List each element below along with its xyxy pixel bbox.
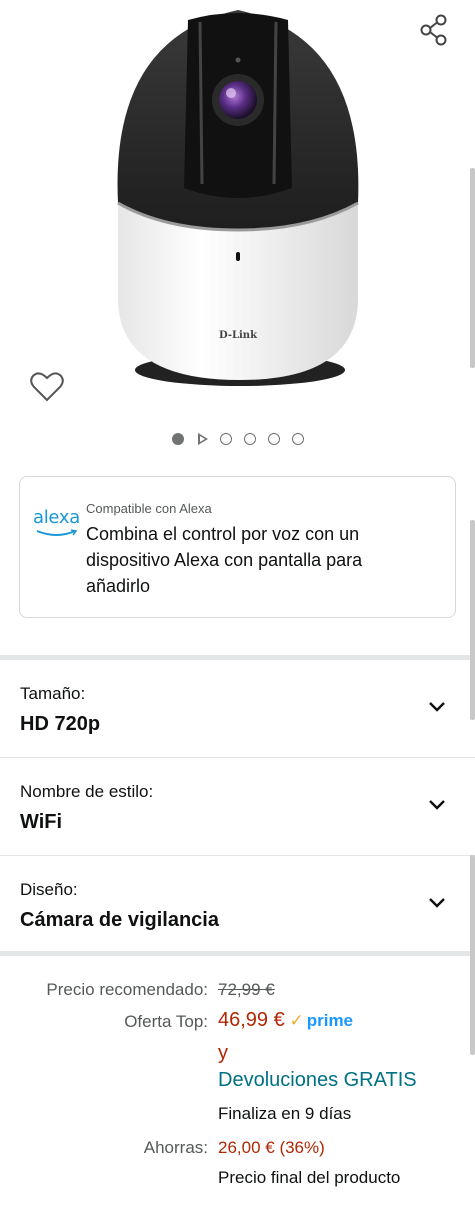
video-play-icon[interactable]: [196, 433, 208, 445]
brand-logo-text: D-Link: [219, 330, 258, 341]
product-image-gallery[interactable]: D-Link: [0, 0, 475, 460]
variation-label: Nombre de estilo:: [20, 782, 154, 801]
variation-value: WiFi: [20, 811, 63, 833]
chevron-down-icon[interactable]: [427, 798, 447, 812]
variation-size[interactable]: Tamaño: HD 720p: [0, 660, 475, 758]
savings-value: 26,00 € (36%): [218, 1138, 325, 1157]
free-returns-link[interactable]: Devoluciones GRATIS: [218, 1069, 417, 1092]
variation-label: Diseño:: [20, 880, 78, 899]
scrollbar[interactable]: [470, 168, 475, 368]
variation-design[interactable]: Diseño: Cámara de vigilancia: [0, 856, 475, 954]
alexa-description: Combina el control por voz con un dispos…: [86, 524, 363, 596]
offer-price-row: 46,99 € ✓ prime: [218, 1009, 353, 1032]
variation-label: Tamaño:: [20, 684, 86, 703]
offer-label: Oferta Top:: [124, 1012, 208, 1031]
carousel-dot[interactable]: [267, 433, 280, 445]
chevron-down-icon[interactable]: [427, 700, 447, 714]
and-text: y: [218, 1042, 228, 1064]
variation-style[interactable]: Nombre de estilo: WiFi: [0, 758, 475, 856]
carousel-dot[interactable]: [291, 433, 304, 445]
heart-icon[interactable]: [29, 370, 65, 404]
carousel-dot[interactable]: [219, 433, 232, 445]
scrollbar[interactable]: [470, 520, 475, 720]
alexa-compatible-label: Compatible con Alexa: [86, 501, 212, 516]
product-image[interactable]: D-Link: [110, 8, 365, 388]
carousel-dots: [0, 433, 475, 445]
offer-price-value: 46,99 €: [218, 1009, 285, 1031]
prime-check-icon: ✓: [289, 1011, 304, 1030]
savings-label: Ahorras:: [143, 1138, 208, 1157]
alexa-compatibility-card[interactable]: alexa Compatible con Alexa Combina el co…: [19, 476, 456, 618]
variation-value: HD 720p: [20, 713, 101, 735]
variation-value: Cámara de vigilancia: [20, 909, 219, 931]
prime-badge: prime: [306, 1011, 354, 1030]
scrollbar[interactable]: [470, 855, 475, 1055]
alexa-logo: alexa: [33, 507, 83, 541]
carousel-dot-active[interactable]: [171, 433, 184, 445]
recommended-price-label: Precio recomendado:: [46, 980, 208, 999]
section-divider: [0, 951, 475, 956]
final-price-text: Precio final del producto: [218, 1168, 401, 1187]
share-icon[interactable]: [416, 12, 452, 48]
recommended-price-value: 72,99 €: [218, 980, 275, 999]
offer-ends-text: Finaliza en 9 días: [218, 1104, 352, 1123]
carousel-dot[interactable]: [243, 433, 256, 445]
chevron-down-icon[interactable]: [427, 896, 447, 910]
